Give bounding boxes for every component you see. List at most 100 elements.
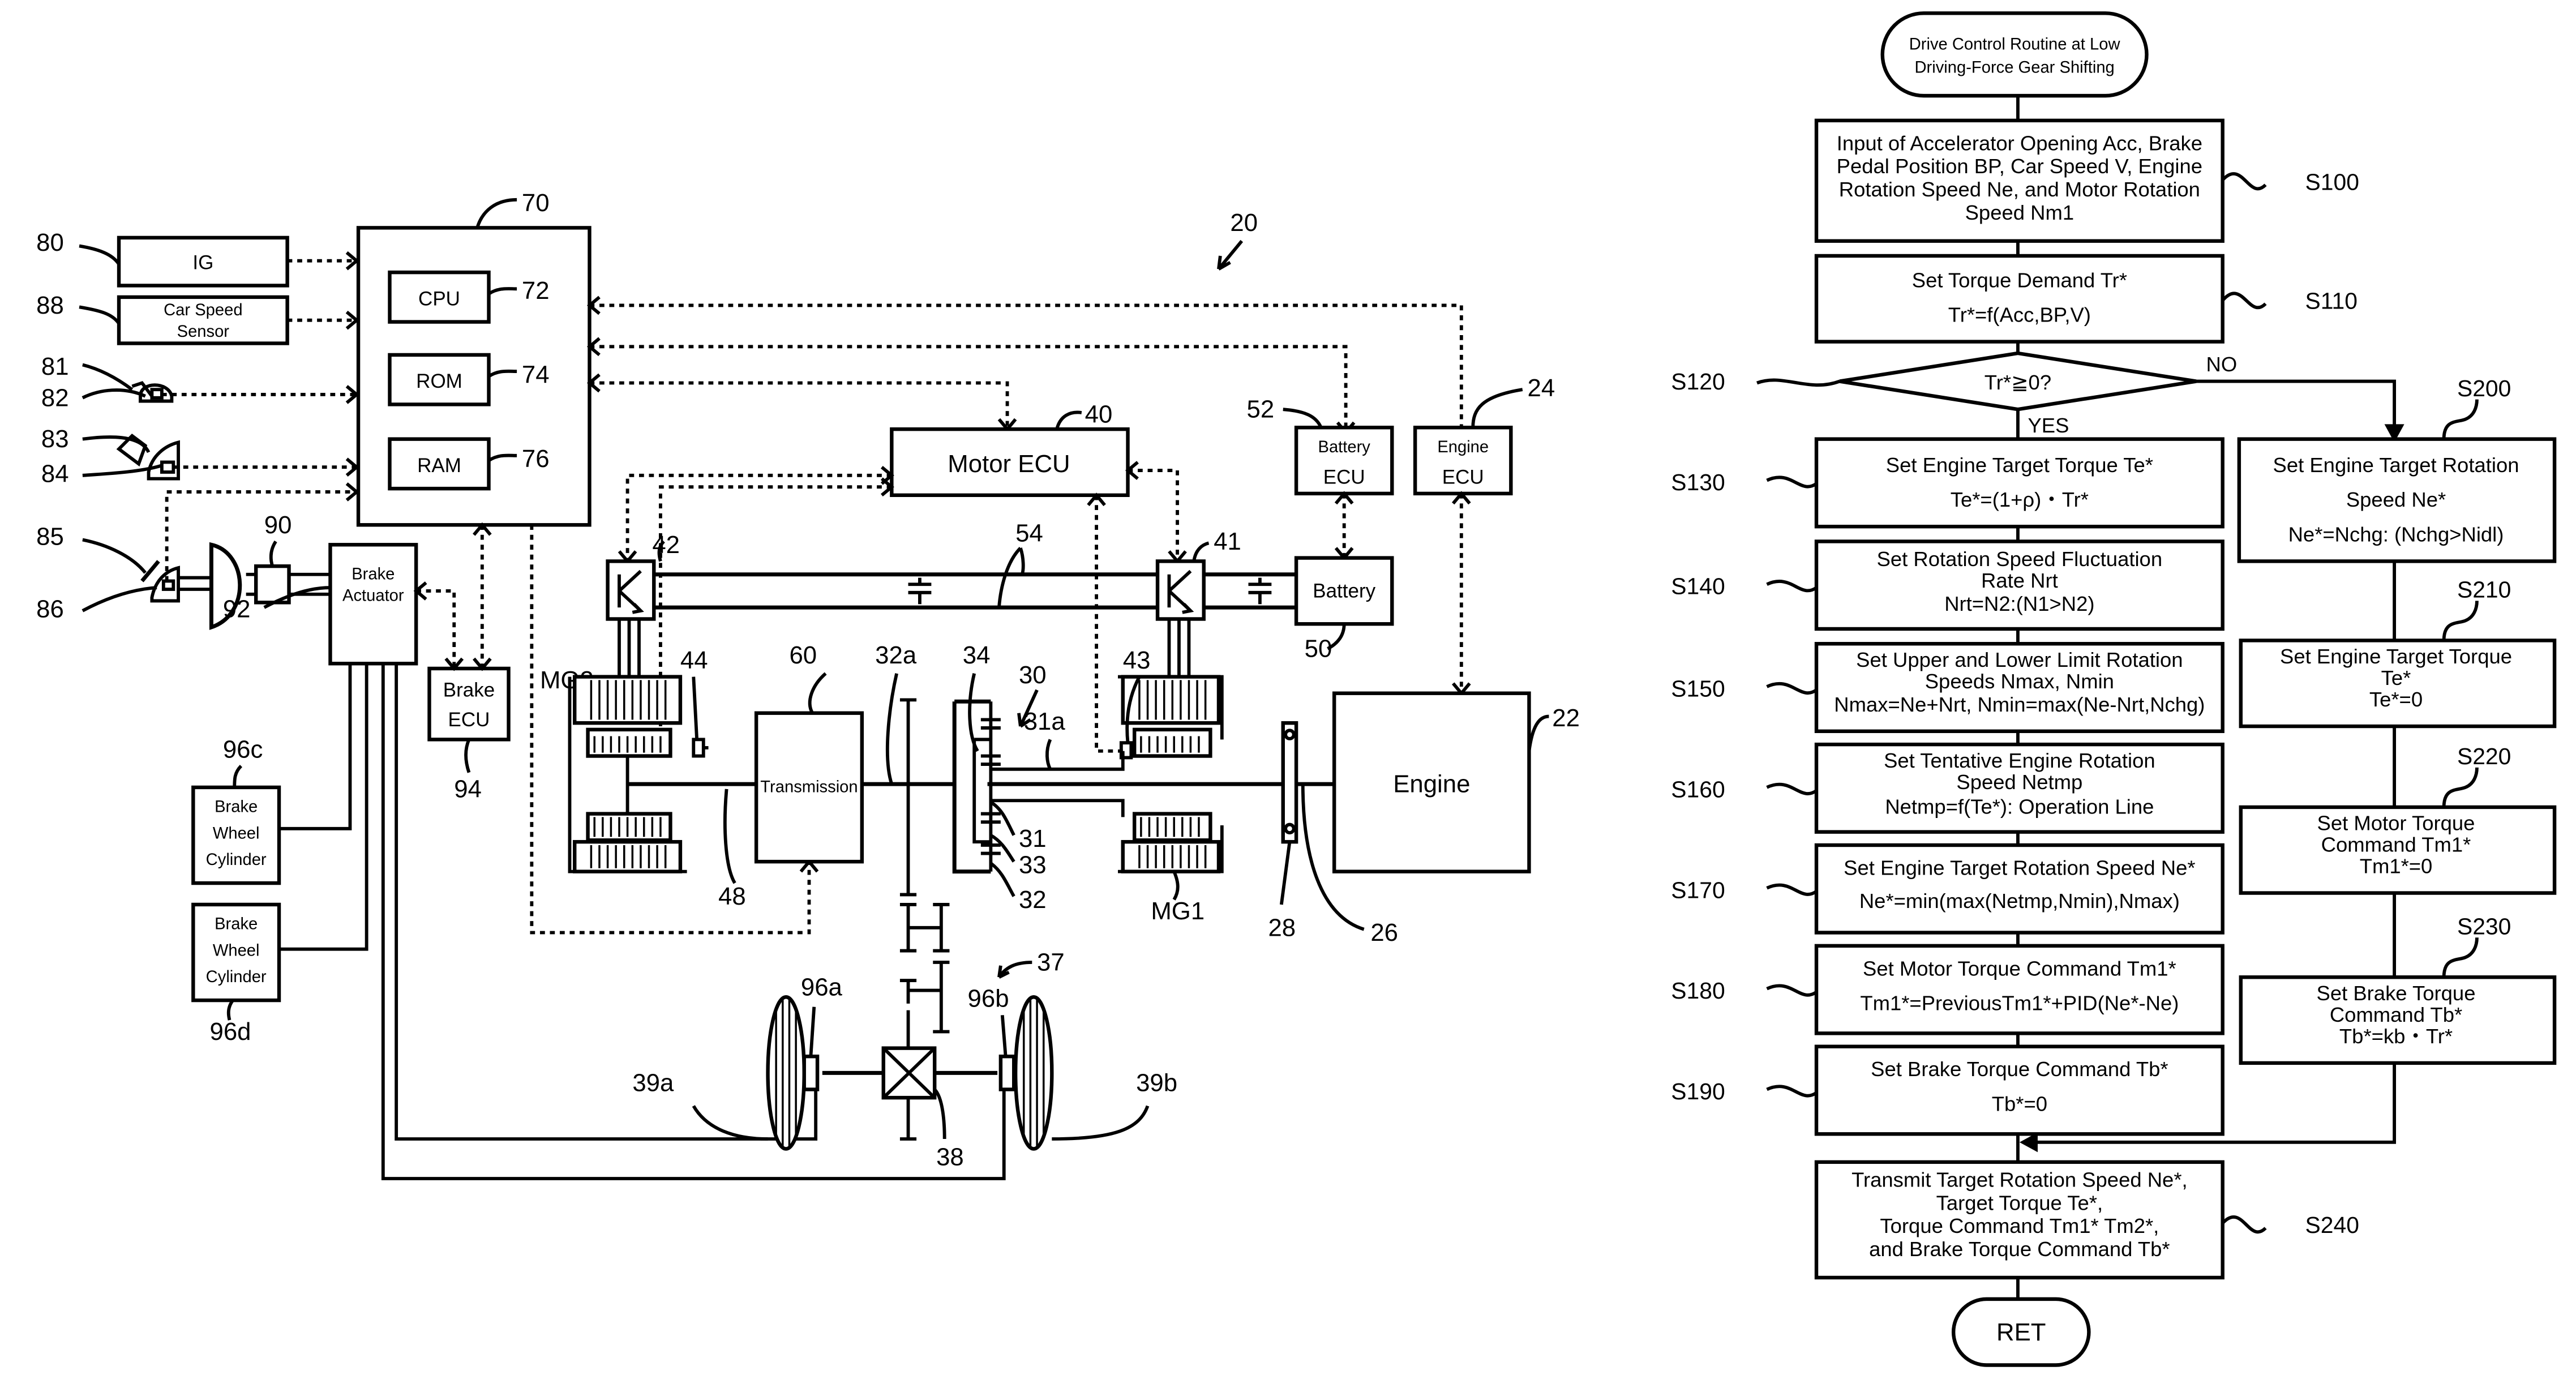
step-S190-line1: Set Brake Torque Command Tb* bbox=[1871, 1057, 2168, 1081]
ref-96c: 96c bbox=[223, 735, 263, 763]
vehicle-system-diagram: 20 70 CPU 72 ROM 74 RAM 76 IG 80 Car Spe… bbox=[36, 189, 1580, 1180]
step-S140-line1: Set Rotation Speed Fluctuation bbox=[1877, 547, 2163, 571]
step-id-S230: S230 bbox=[2457, 913, 2511, 939]
step-S130-line1: Set Engine Target Torque Te* bbox=[1886, 453, 2153, 477]
ref-52: 52 bbox=[1247, 396, 1275, 423]
wheel-cylinder-d-line1: Brake bbox=[215, 915, 258, 933]
pinion-gears bbox=[980, 701, 1001, 872]
step-S180-line1: Set Motor Torque Command Tm1* bbox=[1863, 957, 2176, 980]
step-label-tilde bbox=[1756, 378, 1840, 387]
signal-actuator-brake-ecu bbox=[416, 589, 456, 669]
drive-wheel-39b bbox=[1013, 995, 1054, 1151]
accelerator-sensor-icon bbox=[160, 460, 175, 474]
mg2-rotor-bottom bbox=[586, 812, 672, 842]
step-S220-line3: Tm1*=0 bbox=[2360, 855, 2433, 878]
step-S200-line1: Set Engine Target Rotation bbox=[2273, 453, 2519, 477]
step-S210-line2: Te* bbox=[2381, 666, 2411, 689]
mg2-phase-lines bbox=[618, 619, 641, 677]
leader-70 bbox=[475, 198, 517, 229]
ref-48: 48 bbox=[718, 883, 746, 910]
step-id-S150: S150 bbox=[1671, 676, 1725, 702]
step-id-S190: S190 bbox=[1671, 1078, 1725, 1104]
ref-76: 76 bbox=[522, 445, 550, 473]
ref-33: 33 bbox=[1019, 851, 1047, 879]
leader-54 bbox=[997, 547, 1025, 608]
step-label-tilde bbox=[1766, 580, 1818, 593]
ref-40: 40 bbox=[1085, 400, 1113, 428]
line-to-96d bbox=[279, 663, 368, 951]
step-label-tilde bbox=[2221, 172, 2267, 191]
ram-label: RAM bbox=[417, 455, 461, 477]
leader-96c bbox=[233, 764, 243, 787]
step-S190-line2: Tb*=0 bbox=[1992, 1092, 2047, 1115]
signal-motor-ecu-inv41 bbox=[1128, 469, 1179, 562]
leader-31a bbox=[1045, 739, 1052, 770]
ref-83: 83 bbox=[41, 425, 69, 453]
step-label-tilde bbox=[2442, 767, 2479, 808]
step-label-tilde bbox=[2442, 601, 2479, 641]
mg1-label: MG1 bbox=[1151, 897, 1205, 925]
step-S100-line1: Input of Accelerator Opening Acc, Brake bbox=[1837, 131, 2202, 155]
rom-label: ROM bbox=[416, 370, 462, 392]
engine-ecu-line1: Engine bbox=[1437, 438, 1489, 456]
battery-label: Battery bbox=[1313, 580, 1375, 602]
leader-41 bbox=[1192, 541, 1210, 562]
capacitor-icon bbox=[1248, 577, 1272, 605]
engine-label: Engine bbox=[1393, 770, 1470, 798]
ref-26: 26 bbox=[1370, 919, 1398, 946]
leader-60 bbox=[808, 672, 827, 714]
step-S130 bbox=[1814, 437, 2224, 529]
ref-32a: 32a bbox=[875, 641, 917, 669]
inverter-42 bbox=[606, 559, 656, 621]
rotation-sensor-44 bbox=[692, 738, 705, 758]
step-S100-line2: Pedal Position BP, Car Speed V, Engine bbox=[1837, 155, 2202, 178]
step-id-S110: S110 bbox=[2305, 288, 2358, 314]
leader-94 bbox=[464, 739, 471, 773]
leader-96b bbox=[1000, 1015, 1008, 1057]
flow-start-line1: Drive Control Routine at Low bbox=[1909, 35, 2121, 53]
pushrod bbox=[178, 576, 212, 591]
leader-mg1 bbox=[1172, 871, 1180, 901]
step-S140-line3: Nrt=N2:(N1>N2) bbox=[1944, 592, 2094, 615]
brake-pedal-sensor-icon bbox=[161, 579, 175, 591]
step-id-S140: S140 bbox=[1671, 573, 1725, 599]
step-label-tilde bbox=[2221, 1215, 2267, 1234]
ref-90: 90 bbox=[264, 511, 292, 539]
motor-generator-mg2: MG2 44 bbox=[540, 646, 714, 873]
step-S130-line2: Te*=(1+ρ)・Tr* bbox=[1951, 488, 2089, 511]
system-arrow-icon bbox=[1217, 239, 1244, 271]
step-S240-line3: Torque Command Tm1* Tm2*, bbox=[1880, 1214, 2159, 1237]
ref-88: 88 bbox=[36, 292, 64, 319]
signal-hv-motor-ecu bbox=[589, 381, 1009, 430]
leader-85 bbox=[82, 538, 147, 574]
step-S230-line1: Set Brake Torque bbox=[2317, 982, 2476, 1005]
step-label-tilde bbox=[2442, 399, 2479, 439]
step-S240-line1: Transmit Target Rotation Speed Ne*, bbox=[1851, 1168, 2188, 1192]
step-label-tilde bbox=[1766, 883, 1818, 896]
ref-85: 85 bbox=[36, 522, 64, 550]
ref-37: 37 bbox=[1037, 949, 1065, 976]
ref-43: 43 bbox=[1123, 646, 1151, 674]
ref-96d: 96d bbox=[209, 1018, 251, 1046]
signal-motor-ecu-sensor43 bbox=[1095, 495, 1123, 753]
ref-39a: 39a bbox=[632, 1069, 674, 1096]
step-label-tilde bbox=[1766, 1085, 1818, 1098]
leader-22 bbox=[1527, 714, 1549, 752]
step-id-S100: S100 bbox=[2305, 169, 2359, 195]
decision-no-label: NO bbox=[2206, 353, 2238, 376]
leader-40 bbox=[1055, 410, 1082, 430]
car-speed-sensor-line1: Car Speed bbox=[164, 301, 242, 319]
step-S140-line2: Rate Nrt bbox=[1981, 569, 2058, 592]
step-S170-line1: Set Engine Target Rotation Speed Ne* bbox=[1844, 856, 2195, 879]
counter-gear bbox=[899, 698, 917, 897]
ref-92: 92 bbox=[223, 596, 251, 623]
ref-44: 44 bbox=[680, 646, 708, 674]
signal-hv-engine-ecu bbox=[589, 303, 1463, 446]
capacitor-icon bbox=[908, 577, 932, 605]
ref-22: 22 bbox=[1552, 704, 1580, 732]
ref-34: 34 bbox=[963, 641, 991, 669]
step-S230-line3: Tb*=kb・Tr* bbox=[2339, 1025, 2453, 1048]
flow-end-label: RET bbox=[1996, 1318, 2046, 1346]
wheel-cylinder-d-line2: Wheel bbox=[213, 941, 260, 959]
step-S180-line2: Tm1*=PreviousTm1*+PID(Ne*-Ne) bbox=[1860, 992, 2179, 1015]
